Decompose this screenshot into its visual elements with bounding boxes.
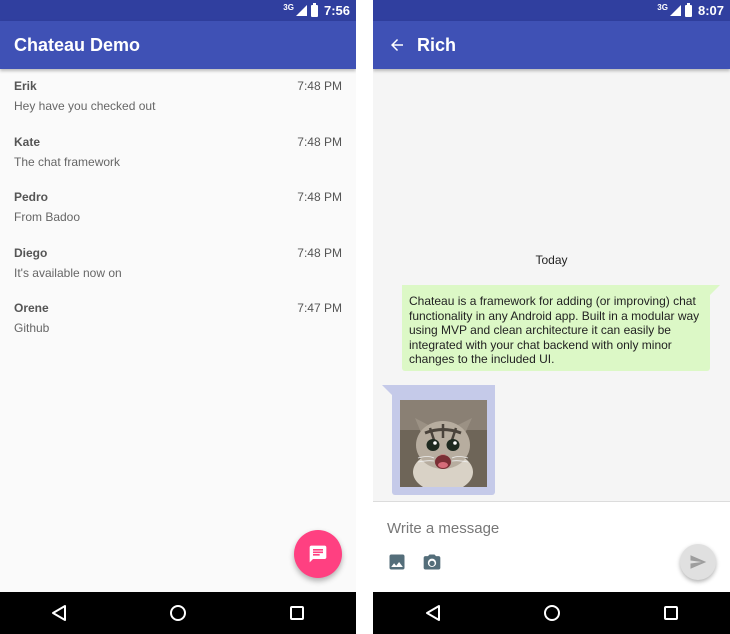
message-preview: Hey have you checked out — [14, 99, 156, 113]
outgoing-message-text: Chateau is a framework for adding (or im… — [409, 294, 700, 366]
home-circle-icon — [169, 605, 186, 621]
network-type: 3G — [283, 3, 294, 12]
conversation-list: Erik 7:48 PM Hey have you checked out Ka… — [0, 69, 356, 347]
message-input[interactable] — [387, 516, 667, 540]
battery-icon — [684, 2, 692, 17]
conversation-item-orene[interactable]: Orene 7:47 PM Github — [0, 291, 356, 347]
nav-recents-button[interactable] — [282, 598, 312, 628]
new-chat-button[interactable] — [294, 530, 342, 578]
recents-square-icon — [663, 606, 678, 620]
nav-back-button[interactable] — [44, 598, 74, 628]
message-preview: Github — [14, 321, 50, 335]
nav-home-button[interactable] — [163, 598, 193, 628]
message-time: 7:47 PM — [297, 301, 342, 315]
kitten-photo[interactable] — [400, 400, 487, 487]
navigation-bar — [0, 592, 356, 634]
recents-square-icon — [289, 606, 304, 620]
battery-icon — [310, 2, 318, 17]
image-icon[interactable] — [387, 552, 407, 572]
status-bar: 3G 7:56 — [0, 0, 356, 21]
nav-recents-button[interactable] — [656, 598, 686, 628]
camera-icon[interactable] — [421, 552, 443, 572]
incoming-image-bubble[interactable] — [382, 385, 495, 495]
conversation-item-pedro[interactable]: Pedro 7:48 PM From Badoo — [0, 180, 356, 236]
message-composer — [373, 501, 730, 593]
app-bar: Chateau Demo — [0, 21, 356, 69]
signal-icon — [295, 5, 307, 16]
app-title: Chateau Demo — [14, 34, 141, 55]
date-header: Today — [535, 253, 568, 267]
signal-icon — [669, 5, 681, 16]
chat-screen: 3G 8:07 Rich Today Chateau is a framewor… — [373, 0, 730, 634]
app-bar: Rich — [373, 21, 730, 69]
message-time: 7:48 PM — [297, 134, 342, 149]
navigation-bar — [373, 592, 730, 634]
outgoing-message-bubble[interactable]: Chateau is a framework for adding (or im… — [402, 285, 720, 371]
back-triangle-icon — [425, 605, 440, 621]
home-circle-icon — [543, 605, 560, 621]
contact-name: Orene — [14, 301, 49, 315]
back-button[interactable] — [387, 35, 407, 55]
status-bar: 3G 8:07 — [373, 0, 730, 21]
chat-title: Rich — [417, 34, 457, 55]
arrow-back-icon — [391, 39, 403, 51]
contact-name: Pedro — [14, 190, 49, 204]
nav-back-button[interactable] — [418, 598, 448, 628]
network-type: 3G — [657, 3, 668, 12]
message-preview: It's available now on — [14, 265, 122, 280]
conversation-list-screen: 3G 7:56 Chateau Demo Erik 7:48 PM Hey ha… — [0, 0, 356, 634]
conversation-item-kate[interactable]: Kate 7:48 PM The chat framework — [0, 125, 356, 181]
contact-name: Diego — [14, 245, 48, 260]
message-time: 7:48 PM — [297, 190, 342, 204]
send-button[interactable] — [680, 544, 716, 580]
chat-icon — [309, 545, 327, 563]
message-preview: From Badoo — [14, 210, 81, 224]
status-time: 8:07 — [697, 3, 724, 18]
contact-name: Kate — [14, 134, 41, 149]
send-icon — [690, 555, 707, 569]
conversation-item-diego[interactable]: Diego 7:48 PM It's available now on — [0, 236, 356, 292]
back-triangle-icon — [52, 605, 67, 621]
nav-home-button[interactable] — [537, 598, 567, 628]
status-time: 7:56 — [323, 3, 350, 18]
message-preview: The chat framework — [14, 154, 121, 169]
contact-name: Erik — [14, 79, 37, 93]
message-time: 7:48 PM — [297, 245, 342, 260]
conversation-item-erik[interactable]: Erik 7:48 PM Hey have you checked out — [0, 69, 356, 125]
message-time: 7:48 PM — [297, 79, 342, 93]
